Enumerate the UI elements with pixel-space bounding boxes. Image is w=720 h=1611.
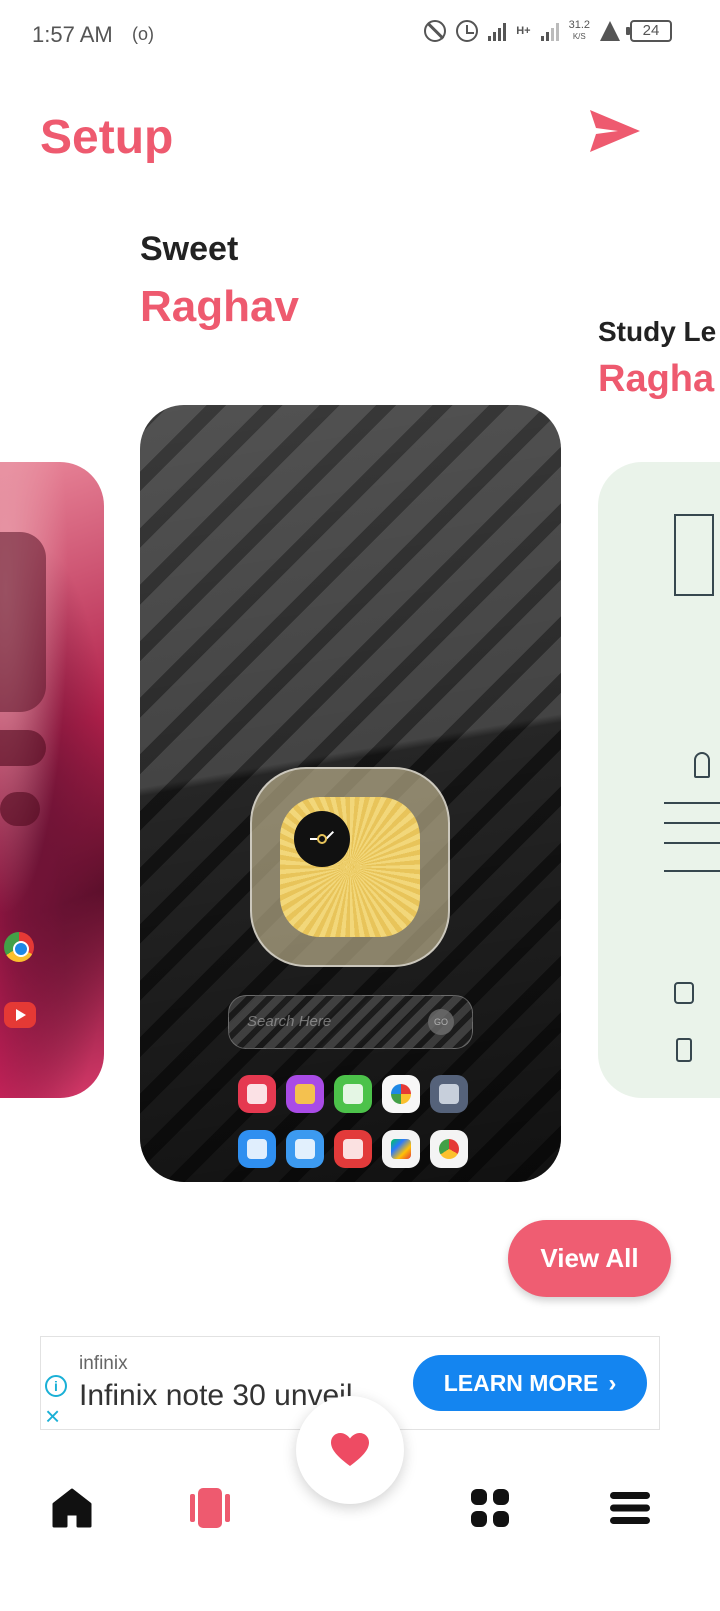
frame-illustration	[674, 514, 714, 596]
clock-widget	[0, 532, 46, 712]
network-type: H+	[516, 25, 531, 37]
chevron-right-icon: ›	[608, 1370, 617, 1397]
home-icon[interactable]	[50, 1486, 94, 1530]
heart-icon	[331, 1433, 369, 1466]
phone-pill	[0, 792, 40, 826]
favorites-button[interactable]	[296, 1396, 404, 1504]
play-store-app-icon	[382, 1130, 420, 1168]
phone-app-icon	[238, 1130, 276, 1168]
speed-value: 31.2	[568, 19, 590, 31]
flask-icon	[600, 21, 620, 41]
battery-icon: 24	[626, 20, 672, 42]
page-title: Setup	[40, 111, 174, 164]
ad-brand: infinix	[79, 1353, 128, 1374]
setup-screen: 1:57 AM (o) H+ 31.2 K/S 24 Setup Sweet Ra…	[0, 0, 720, 1611]
photos-app-icon	[382, 1075, 420, 1113]
ad-close-icon[interactable]: ×	[45, 1403, 60, 1429]
card-author: Raghav	[140, 282, 299, 331]
books-illustration	[664, 802, 720, 872]
view-all-button[interactable]: View All	[508, 1220, 671, 1297]
ufo-app-icon	[286, 1075, 324, 1113]
status-bar: 1:57 AM (o) H+ 31.2 K/S 24	[0, 0, 720, 72]
preview-search-button: GO	[428, 1009, 454, 1035]
lamp-illustration	[694, 752, 710, 778]
send-icon[interactable]	[588, 108, 642, 154]
widget-pill	[0, 730, 46, 766]
contacts-app-icon	[334, 1075, 372, 1113]
theme-card-previous[interactable]	[0, 462, 104, 1098]
learn-more-button[interactable]: LEARN MORE ›	[413, 1355, 647, 1411]
signal-icon	[488, 21, 507, 41]
alarm-icon	[456, 20, 479, 42]
learn-more-label: LEARN MORE	[443, 1370, 599, 1396]
clock-icon	[294, 811, 350, 867]
grid-icon[interactable]	[468, 1486, 512, 1530]
clock-dial	[280, 797, 420, 937]
chrome-icon	[4, 932, 34, 962]
preview-search-text: Search Here	[247, 1013, 332, 1030]
files-app-icon	[430, 1075, 468, 1113]
next-card-author: Ragha	[598, 358, 715, 400]
clipboard-icon	[674, 982, 694, 1004]
app-row-2	[238, 1130, 468, 1168]
next-card-subtitle: Study Le	[598, 316, 717, 347]
ad-info-icon[interactable]: i	[45, 1375, 67, 1397]
preview-search-bar: Search Here GO	[228, 995, 473, 1049]
youtube-app-icon	[334, 1130, 372, 1168]
docs-app-icon	[286, 1130, 324, 1168]
pocket-app-icon	[238, 1075, 276, 1113]
network-speed: 31.2 K/S	[569, 20, 590, 42]
youtube-icon	[4, 1002, 36, 1028]
theme-card-current[interactable]: Search Here GO	[140, 405, 561, 1182]
app-row-1	[238, 1075, 468, 1113]
cards-icon[interactable]	[188, 1486, 232, 1530]
card-subtitle: Sweet	[140, 230, 239, 268]
menu-icon[interactable]	[608, 1486, 652, 1530]
phone-icon	[676, 1038, 692, 1062]
status-icons: H+ 31.2 K/S 24	[424, 20, 672, 42]
status-time: 1:57 AM	[32, 22, 113, 47]
hotspot-icon: (o)	[132, 24, 154, 44]
signal-2-icon	[540, 21, 559, 41]
clock-widget	[250, 767, 450, 967]
speed-unit: K/S	[572, 32, 586, 41]
theme-card-next[interactable]	[598, 462, 720, 1098]
do-not-disturb-icon	[424, 20, 447, 42]
chrome-app-icon	[430, 1130, 468, 1168]
